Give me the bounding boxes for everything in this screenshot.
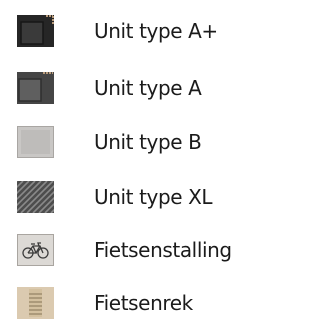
unit-type-xl-swatch-icon	[17, 181, 54, 213]
unit-type-a-plus-swatch-icon	[17, 15, 54, 47]
legend-label: Unit type A	[94, 76, 202, 100]
legend-label: Unit type A+	[94, 19, 218, 43]
legend: Unit type A+ Unit type A Unit type B Uni…	[0, 0, 287, 333]
legend-item-fietsenstalling: Fietsenstalling	[0, 230, 287, 270]
legend-item-unit-type-a-plus: Unit type A+	[0, 11, 287, 51]
legend-item-unit-type-b: Unit type B	[0, 122, 287, 162]
bike-rack-icon	[17, 287, 54, 319]
legend-item-fietsenrek: Fietsenrek	[0, 283, 287, 323]
unit-type-b-swatch-icon	[17, 126, 54, 158]
legend-label: Unit type XL	[94, 185, 213, 209]
legend-label: Fietsenstalling	[94, 238, 232, 262]
unit-type-a-swatch-icon	[17, 72, 54, 104]
legend-item-unit-type-a: Unit type A	[0, 68, 287, 108]
legend-label: Unit type B	[94, 130, 202, 154]
bicycle-icon	[17, 234, 54, 266]
legend-item-unit-type-xl: Unit type XL	[0, 177, 287, 217]
legend-label: Fietsenrek	[94, 291, 193, 315]
